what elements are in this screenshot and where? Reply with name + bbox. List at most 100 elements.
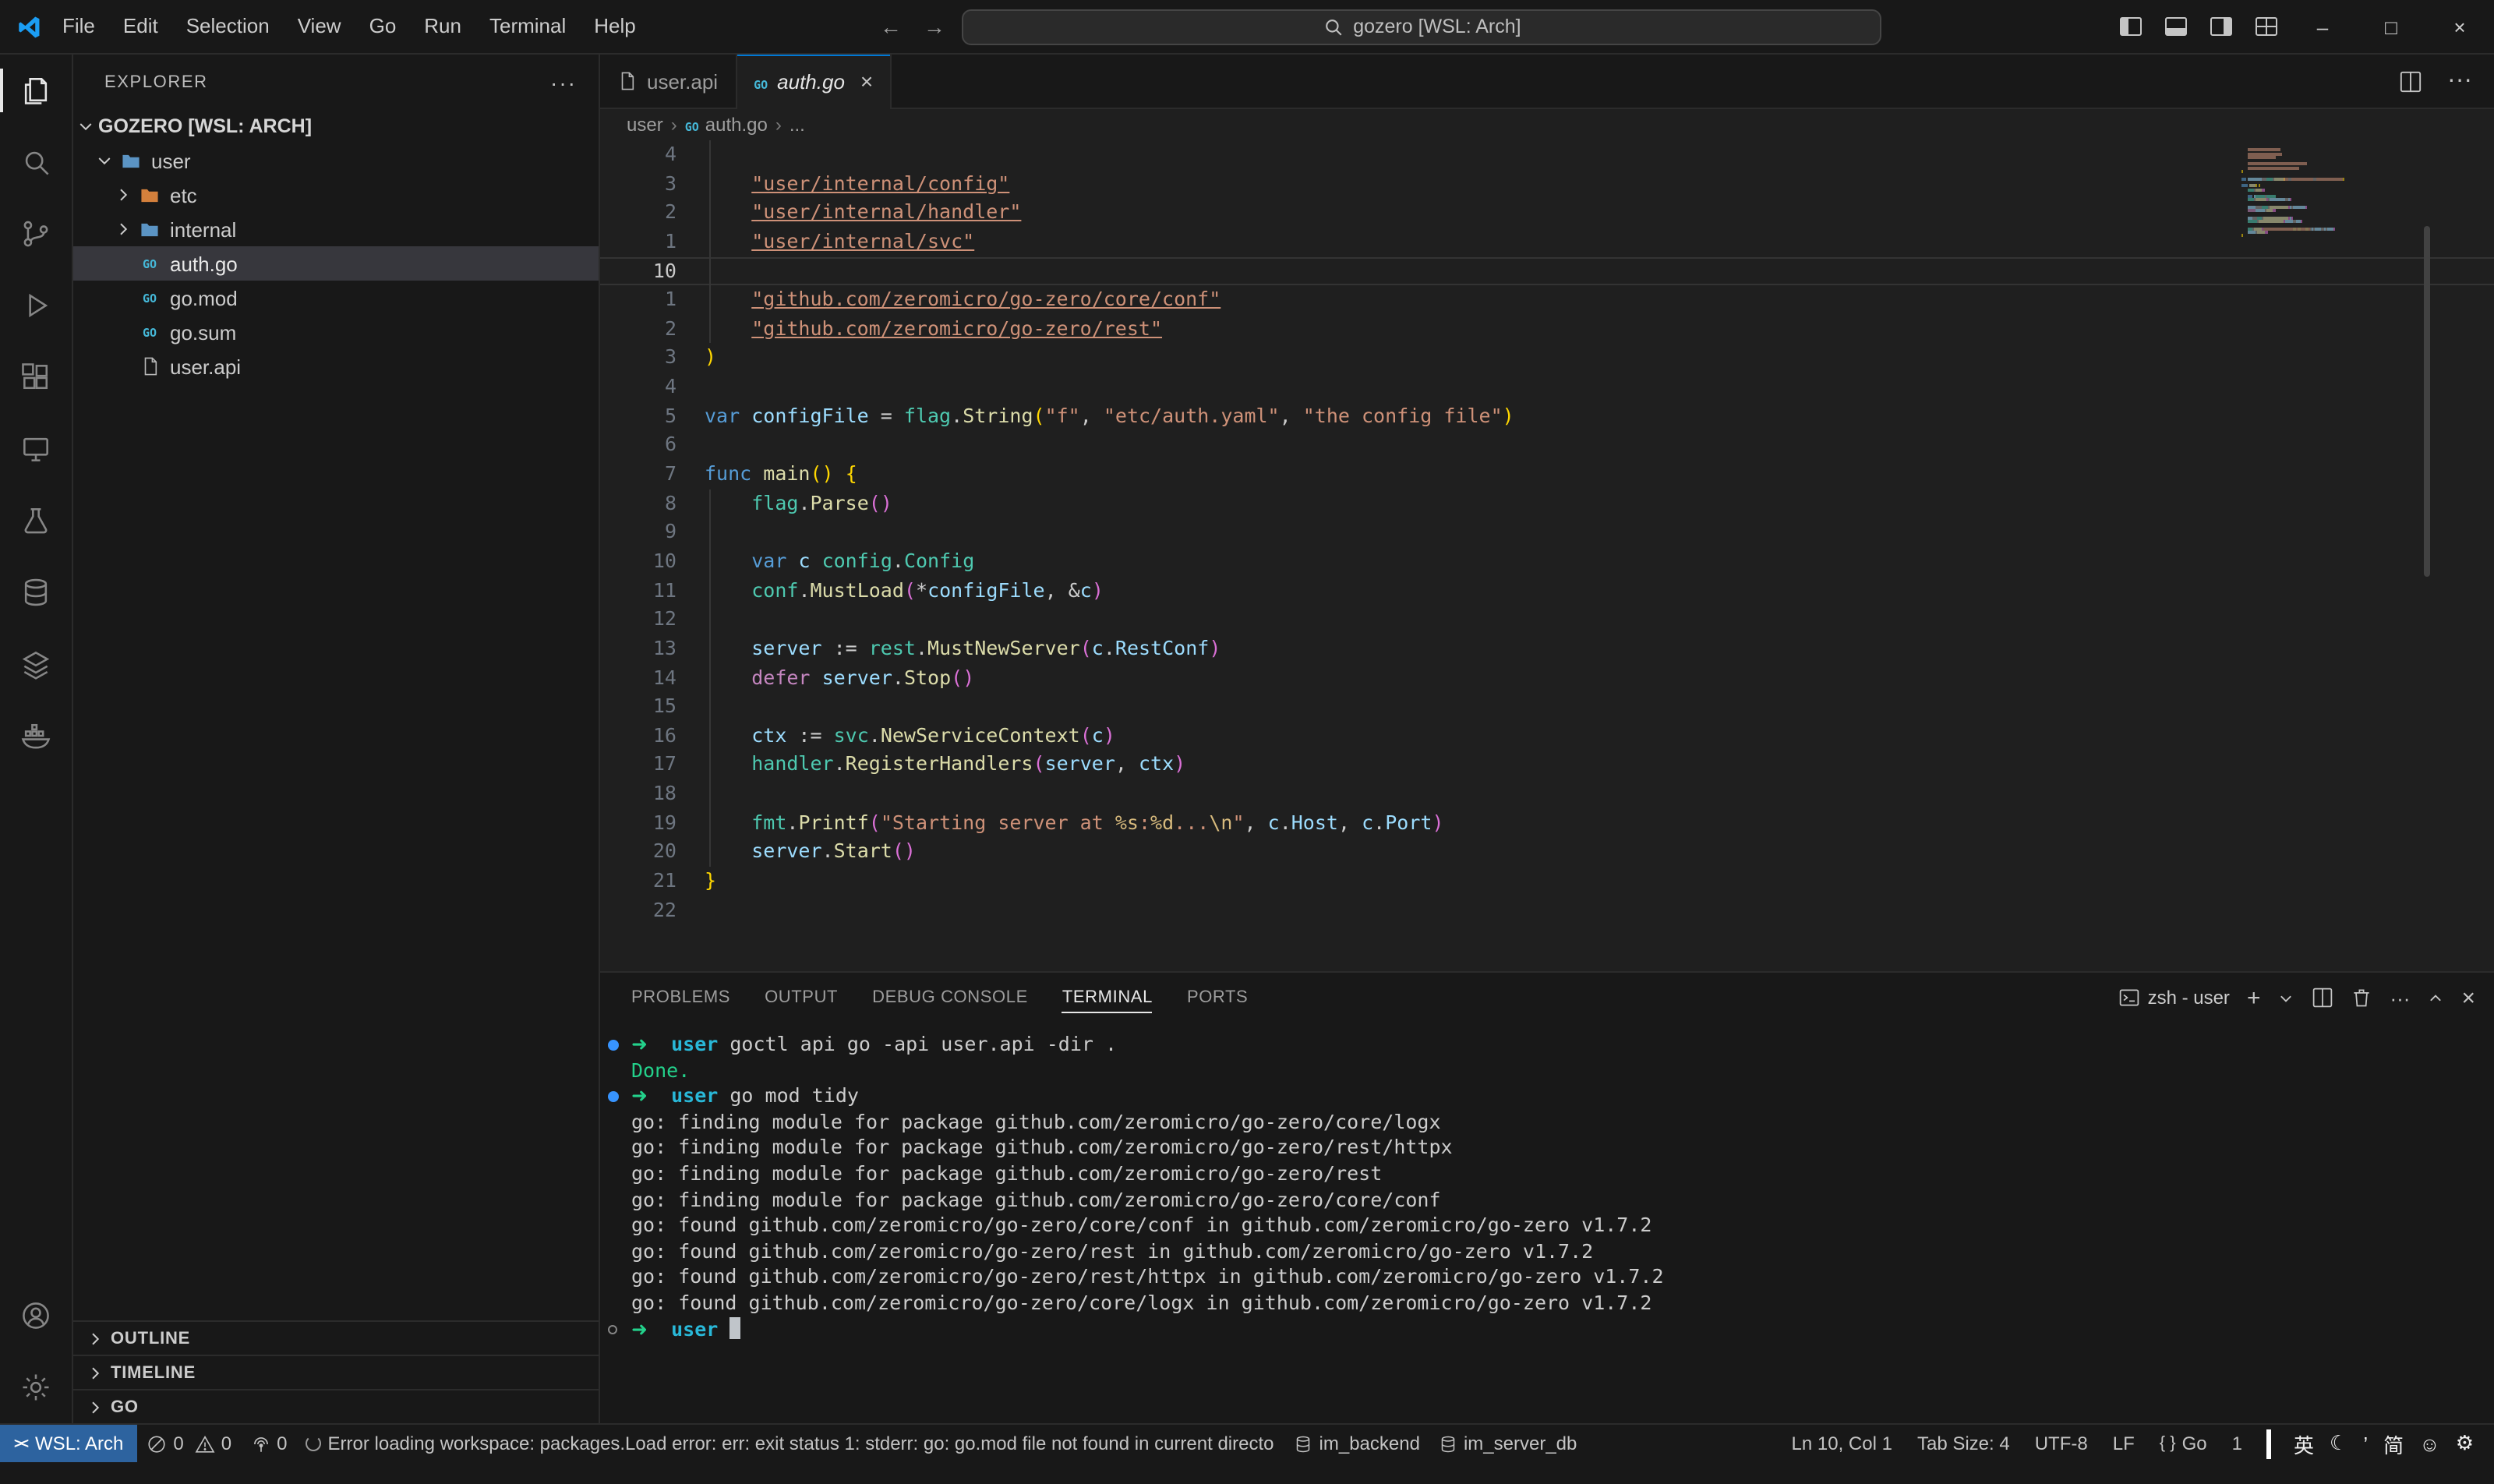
command-center-search[interactable]: gozero [WSL: Arch] <box>963 9 1882 44</box>
tree-item-user[interactable]: user <box>73 143 599 178</box>
editor-content[interactable]: 4 3 "user/internal/config" 2 "user/inter… <box>600 140 2494 925</box>
ime-language-icon[interactable]: 英 <box>2286 1429 2322 1458</box>
activity-extensions[interactable] <box>0 341 72 413</box>
command-decoration-icon[interactable] <box>608 1324 617 1334</box>
eol-sequence[interactable]: LF <box>2102 1425 2146 1462</box>
kill-terminal-icon[interactable] <box>2351 987 2372 1009</box>
activity-docker[interactable] <box>0 700 72 772</box>
minimap[interactable] <box>2241 145 2421 242</box>
panel-tab-debug-console[interactable]: DEBUG CONSOLE <box>872 973 1028 1023</box>
warning-icon <box>195 1433 215 1454</box>
tree-item-auth.go[interactable]: GOauth.go <box>73 246 599 281</box>
activity-run-debug[interactable] <box>0 270 72 341</box>
toggle-sidebar-icon[interactable] <box>2107 0 2153 53</box>
workspace-status[interactable]: Error loading workspace: packages.Load e… <box>297 1425 1285 1462</box>
tree-item-etc[interactable]: etc <box>73 178 599 212</box>
menu-file[interactable]: File <box>48 0 109 53</box>
breadcrumb-item[interactable]: GOauth.go <box>685 114 768 136</box>
split-editor-icon[interactable] <box>2399 69 2422 93</box>
cursor-position[interactable]: Ln 10, Col 1 <box>1781 1425 1903 1462</box>
split-terminal-icon[interactable] <box>2312 987 2333 1009</box>
customize-layout-icon[interactable] <box>2243 0 2288 53</box>
simplified-chinese-icon[interactable]: 简 <box>2376 1429 2411 1458</box>
tree-root[interactable]: GOZERO [WSL: ARCH] <box>73 109 599 143</box>
code-line: 11 conf.MustLoad(*configFile, &c) <box>600 576 2494 605</box>
terminal-picker[interactable]: zsh - user <box>2118 987 2230 1009</box>
db-connection-im_backend[interactable]: im_backend <box>1285 1425 1429 1462</box>
toggle-panel-icon[interactable] <box>2153 0 2198 53</box>
punctuation-icon[interactable]: ’ <box>2355 1432 2376 1455</box>
code-editor[interactable]: 4 3 "user/internal/config" 2 "user/inter… <box>600 140 2494 971</box>
notification-count[interactable]: 1 <box>2221 1425 2253 1462</box>
activity-source-control[interactable] <box>0 198 72 270</box>
terminal-dropdown-icon[interactable] <box>2277 989 2294 1006</box>
explorer-icon <box>19 73 53 108</box>
activity-accounts[interactable] <box>0 1280 72 1352</box>
tree-item-go.mod[interactable]: GOgo.mod <box>73 281 599 315</box>
tab-auth.go[interactable]: GO auth.go × <box>737 55 892 108</box>
maximize-button[interactable]: □ <box>2357 0 2425 53</box>
emoji-icon[interactable]: ☺ <box>2411 1432 2448 1455</box>
new-terminal-icon[interactable]: + <box>2247 984 2261 1011</box>
db-connection-im_server_db[interactable]: im_server_db <box>1429 1425 1586 1462</box>
close-button[interactable]: × <box>2425 0 2494 53</box>
night-mode-icon[interactable]: ☾ <box>2322 1431 2355 1456</box>
section-timeline[interactable]: TIMELINE <box>73 1355 599 1389</box>
panel-tab-problems[interactable]: PROBLEMS <box>631 973 730 1023</box>
close-panel-icon[interactable]: × <box>2461 984 2475 1011</box>
history-forward-icon[interactable]: → <box>919 14 950 39</box>
remote-indicator[interactable]: >< WSL: Arch <box>0 1425 137 1462</box>
section-go[interactable]: GO <box>73 1389 599 1423</box>
maximize-panel-icon[interactable] <box>2427 989 2444 1006</box>
line-number: 11 <box>600 576 676 605</box>
activity-search[interactable] <box>0 126 72 198</box>
menu-view[interactable]: View <box>284 0 355 53</box>
explorer-more-actions-icon[interactable]: ··· <box>550 69 577 94</box>
tree-item-user.api[interactable]: user.api <box>73 349 599 383</box>
language-mode[interactable]: { } Go <box>2149 1425 2218 1462</box>
menu-help[interactable]: Help <box>580 0 650 53</box>
activity-settings[interactable] <box>0 1352 72 1423</box>
tab-user.api[interactable]: user.api <box>600 55 737 108</box>
remote-icon: >< <box>14 1436 27 1451</box>
menu-go[interactable]: Go <box>355 0 411 53</box>
activity-layers[interactable] <box>0 628 72 700</box>
problems-indicator[interactable]: 0 0 <box>137 1425 241 1462</box>
ime-settings-icon[interactable]: ⚙ <box>2448 1431 2482 1456</box>
breadcrumb-item[interactable]: ... <box>790 114 805 136</box>
activity-database[interactable] <box>0 556 72 628</box>
toggle-secondary-sidebar-icon[interactable] <box>2198 0 2243 53</box>
panel-tab-output[interactable]: OUTPUT <box>765 973 838 1023</box>
editor-more-actions-icon[interactable]: ··· <box>2447 67 2472 95</box>
section-outline[interactable]: OUTLINE <box>73 1320 599 1355</box>
panel-more-actions-icon[interactable]: ··· <box>2390 986 2410 1009</box>
breadcrumb-item[interactable]: user <box>627 114 663 136</box>
menu-edit[interactable]: Edit <box>109 0 172 53</box>
terminal-output[interactable]: ➜ user goctl api go -api user.api -dir .… <box>600 1023 2494 1423</box>
menu-terminal[interactable]: Terminal <box>475 0 580 53</box>
tree-item-internal[interactable]: internal <box>73 212 599 246</box>
panel-tab-terminal[interactable]: TERMINAL <box>1062 973 1153 1023</box>
terminal-line: ➜ user go mod tidy <box>600 1083 2494 1109</box>
ports-indicator[interactable]: 0 <box>241 1425 296 1462</box>
activity-bar <box>0 55 73 1423</box>
panel-tab-ports[interactable]: PORTS <box>1187 973 1248 1023</box>
activity-remote-explorer[interactable] <box>0 413 72 485</box>
scrollbar-thumb[interactable] <box>2424 226 2430 577</box>
tree-item-go.sum[interactable]: GOgo.sum <box>73 315 599 349</box>
command-decoration-icon[interactable] <box>608 1040 619 1051</box>
indentation[interactable]: Tab Size: 4 <box>1906 1425 2021 1462</box>
menu-run[interactable]: Run <box>410 0 475 53</box>
encoding[interactable]: UTF-8 <box>2024 1425 2099 1462</box>
chevron-right-icon <box>83 1394 108 1419</box>
menu-selection[interactable]: Selection <box>172 0 284 53</box>
history-back-icon[interactable]: ← <box>875 14 906 39</box>
activity-explorer[interactable] <box>0 55 72 126</box>
line-number: 1 <box>600 228 676 256</box>
breadcrumb[interactable]: user› GOauth.go› ... <box>600 109 2494 140</box>
activity-testing[interactable] <box>0 485 72 556</box>
command-decoration-icon[interactable] <box>608 1091 619 1102</box>
minimize-button[interactable]: – <box>2288 0 2357 53</box>
close-tab-icon[interactable]: × <box>860 69 873 94</box>
docker-icon <box>19 719 53 753</box>
